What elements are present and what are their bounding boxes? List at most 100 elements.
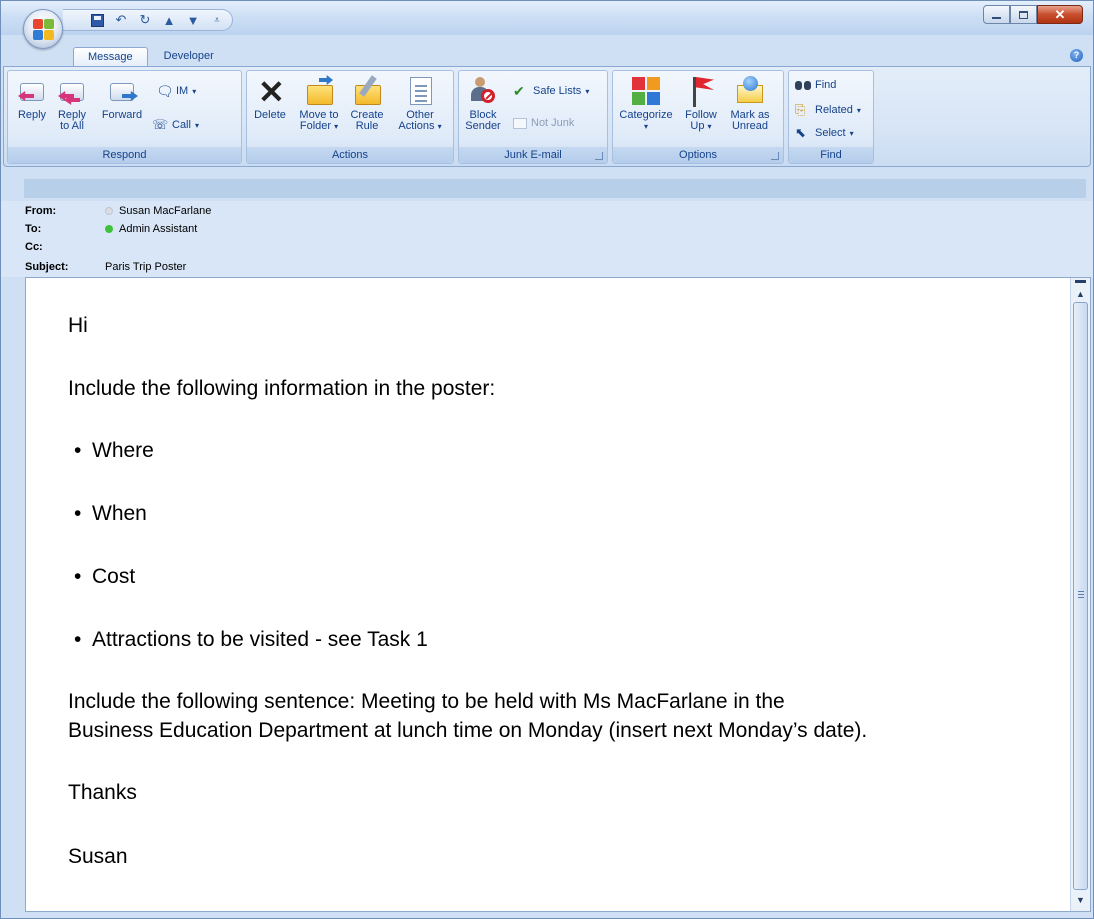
group-label-junk-email: Junk E-mail [459,147,607,163]
list-item: • When [74,502,147,525]
title-bar: ↶ ↻ ▲ ▼ ⩡ ✕ [1,1,1093,35]
group-label-options: Options [613,147,783,163]
junk-email-dialog-launcher-icon[interactable] [595,152,603,160]
related-icon: ⎘ [795,102,806,117]
grip-icon [1078,591,1084,598]
reply-button[interactable]: Reply [14,75,50,121]
cc-row: Cc: [25,239,105,254]
group-label-find: Find [789,147,873,163]
next-item-icon[interactable]: ▼ [185,12,201,28]
redo-icon[interactable]: ↻ [137,12,153,28]
reply-all-button[interactable]: Reply to All [52,75,92,132]
tab-developer[interactable]: Developer [150,47,228,67]
split-box-icon[interactable] [1075,280,1086,283]
to-value[interactable]: Admin Assistant [119,223,197,235]
help-icon[interactable]: ? [1070,49,1083,62]
scroll-up-arrow-icon[interactable]: ▲ [1073,287,1088,301]
related-button[interactable]: ⎘ Related ▾ [795,102,861,118]
from-value[interactable]: Susan MacFarlane [119,205,211,217]
close-button[interactable]: ✕ [1037,5,1083,24]
list-item: • Cost [74,565,136,588]
office-logo-icon [33,19,55,41]
scroll-thumb[interactable] [1073,302,1088,890]
safe-lists-button[interactable]: ✔ Safe Lists ▾ [513,83,589,99]
cc-label: Cc: [25,240,43,253]
info-bar [24,179,1086,198]
from-row: From: Susan MacFarlane [25,203,211,218]
mark-as-unread-button[interactable]: Mark as Unread [727,75,773,132]
group-label-respond: Respond [8,147,241,163]
im-bubble-icon: 🗨 [156,83,174,99]
not-junk-button[interactable]: Not Junk [513,117,574,129]
subject-value: Paris Trip Poster [105,260,187,273]
sentence-line-1: Include the following sentence: Meeting … [68,690,785,713]
minimize-button[interactable] [983,5,1010,24]
find-button[interactable]: Find [795,79,836,91]
window-controls: ✕ [983,5,1083,24]
create-rule-button[interactable]: Create Rule [347,75,387,132]
follow-up-button[interactable]: Follow Up ▾ [679,75,723,132]
group-respond: Reply Reply to All Forward 🗨 IM ▾ ☏ Call… [7,70,242,164]
message-header: From: Susan MacFarlane To: Admin Assista… [1,201,1093,277]
group-label-actions: Actions [247,147,453,163]
flag-icon [685,75,717,107]
forward-button[interactable]: Forward [96,75,148,121]
categorize-button[interactable]: Categorize ▾ [617,75,675,132]
presence-offline-icon [105,206,113,215]
bullet-icon: • [74,565,82,588]
sentence-line-2: Business Education Department at lunch t… [68,719,868,742]
from-label: From: [25,204,57,217]
forward-icon [106,75,138,107]
ribbon-tabs: Message Developer [73,47,228,67]
customize-toolbar-icon[interactable]: ⩡ [209,12,225,28]
thanks-text: Thanks [68,781,137,804]
presence-online-icon [105,224,113,233]
select-button[interactable]: ⬉ Select ▾ [795,125,854,141]
list-item: • Attractions to be visited - see Task 1 [74,628,428,651]
intro-text: Include the following information in the… [68,377,496,400]
scroll-down-arrow-icon[interactable]: ▼ [1073,893,1088,907]
reply-icon [16,75,48,107]
bullet-icon: • [74,439,82,462]
ribbon: Reply Reply to All Forward 🗨 IM ▾ ☏ Call… [3,66,1091,167]
message-body[interactable]: Hi Include the following information in … [25,277,1091,912]
outlook-message-window: ↶ ↻ ▲ ▼ ⩡ ✕ Message Developer ? Reply Re… [0,0,1094,919]
subject-row: Subject: Paris Trip Poster [25,259,186,274]
to-row: To: Admin Assistant [25,221,197,236]
cursor-arrow-icon: ⬉ [795,125,806,140]
list-item: • Where [74,439,154,462]
tab-message[interactable]: Message [73,47,148,67]
previous-item-icon[interactable]: ▲ [161,12,177,28]
group-actions: ✕ Delete Move to Folder ▾ Create Rule Ot… [246,70,454,164]
to-label: To: [25,222,42,235]
block-sender-icon [467,75,499,107]
subject-label: Subject: [25,260,69,273]
move-folder-icon [303,75,335,107]
office-button[interactable] [23,9,63,49]
safe-lists-icon: ✔ [513,83,525,99]
not-junk-icon [513,117,527,129]
move-to-folder-button[interactable]: Move to Folder ▾ [295,75,343,132]
call-button[interactable]: ☏ Call ▾ [152,117,199,133]
group-options: Categorize ▾ Follow Up ▾ Mark as Unread … [612,70,784,164]
other-actions-icon [404,75,436,107]
maximize-button[interactable] [1010,5,1037,24]
phone-icon: ☏ [152,117,169,132]
other-actions-button[interactable]: Other Actions ▾ [393,75,447,132]
delete-button[interactable]: ✕ Delete [251,75,289,121]
reply-all-icon [56,75,88,107]
signature-text: Susan [68,845,128,868]
undo-icon[interactable]: ↶ [113,12,129,28]
binoculars-icon [795,79,811,91]
greeting-text: Hi [68,314,88,337]
delete-x-icon: ✕ [258,74,285,110]
im-button[interactable]: 🗨 IM ▾ [156,83,196,99]
group-junk-email: Block Sender ✔ Safe Lists ▾ Not Junk Jun… [458,70,608,164]
save-icon[interactable] [89,12,105,28]
block-sender-button[interactable]: Block Sender [463,75,503,132]
group-find: Find ⎘ Related ▾ ⬉ Select ▾ Find [788,70,874,164]
mark-unread-icon [734,75,766,107]
vertical-scrollbar[interactable]: ▲ ▼ [1070,278,1090,911]
options-dialog-launcher-icon[interactable] [771,152,779,160]
bullet-icon: • [74,628,82,651]
